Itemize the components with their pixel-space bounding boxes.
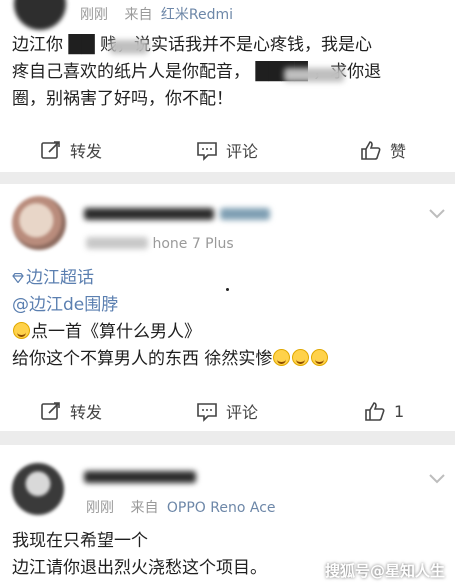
like-button[interactable]: 赞 [360, 135, 406, 165]
grin-emoji-icon [273, 349, 291, 366]
watermark: 搜狐号@星知人生 [324, 562, 445, 580]
post-from: 来自 [130, 500, 159, 516]
avatar[interactable] [12, 196, 66, 250]
post-time: 刚刚 [86, 500, 114, 516]
thumbs-up-icon [364, 400, 386, 422]
action-bar: 转发 评论 1 [0, 396, 455, 426]
device-name: hone 7 Plus [152, 236, 234, 252]
comment-button[interactable]: 评论 [196, 135, 258, 165]
weibo-post-1: 刚刚 来自 红米Redmi 边江你 ██ 贱，说实话我并不是心疼钱，我是心 疼自… [0, 0, 455, 172]
comment-label: 评论 [226, 403, 259, 422]
username-blur [84, 208, 214, 220]
thumbs-up-icon [360, 139, 382, 161]
like-label: 赞 [390, 142, 407, 161]
post-meta: 刚刚 来自 红米Redmi [80, 4, 233, 24]
post-text: 边江超话 @边江de围脖 点一首《算什么男人》 给你这个不算男人的东西 徐然实惨 [12, 265, 444, 373]
post-text-line: 我现在只希望一个 [12, 531, 148, 551]
post-meta: hone 7 Plus [86, 236, 234, 252]
action-bar: 转发 评论 赞 [0, 135, 455, 165]
device-link[interactable]: OPPO Reno Ace [167, 500, 276, 516]
chevron-down-icon[interactable] [428, 208, 446, 220]
post-text: 边江你 ██ 贱，说实话我并不是心疼钱，我是心 疼自己喜欢的纸片人是你配音， █… [12, 32, 444, 113]
post-text-line: 点一首《算什么男人》 [12, 319, 444, 346]
post-meta: 刚刚 来自 OPPO Reno Ace [86, 497, 276, 517]
repost-label: 转发 [70, 403, 103, 422]
comment-button[interactable]: 评论 [196, 396, 258, 426]
grin-emoji-icon [292, 349, 310, 366]
post-source: 来自 红米Redmi [124, 7, 234, 23]
post-time: 刚刚 [80, 7, 108, 23]
repost-button[interactable]: 转发 [40, 396, 102, 426]
censor-blur [284, 68, 344, 82]
like-button[interactable]: 1 [364, 396, 404, 426]
post-text-line: 疼自己喜欢的纸片人是你配音， ████ ，求你退 [12, 62, 382, 82]
grin-emoji-icon [13, 322, 30, 339]
like-count: 1 [394, 401, 405, 421]
diamond-icon [12, 265, 24, 284]
mention-link[interactable]: @边江de围脖 [12, 292, 444, 319]
repost-icon [40, 139, 62, 161]
grin-emoji-icon [311, 349, 329, 366]
post-text-line: 圈，别祸害了好吗，你不配！ [12, 89, 233, 109]
comment-label: 评论 [226, 142, 259, 161]
chevron-down-icon[interactable] [428, 473, 446, 485]
comment-icon [196, 400, 218, 422]
username-blur [84, 471, 196, 483]
repost-icon [40, 400, 62, 422]
comment-icon [196, 139, 218, 161]
post-text-line: 边江你 ██ 贱，说实话我并不是心疼钱，我是心 [12, 35, 372, 55]
censor-blur [110, 40, 148, 54]
repost-button[interactable]: 转发 [40, 135, 102, 165]
username-blur [220, 208, 270, 220]
supertopic-link[interactable]: 边江超话 [12, 265, 444, 292]
post-text-line: 给你这个不算男人的东西 徐然实惨 [12, 346, 444, 373]
weibo-post-2: hone 7 Plus 边江超话 @边江de围脖 点一首《算什么男人》 给你这个… [0, 184, 455, 431]
avatar[interactable] [12, 463, 64, 515]
device-link[interactable]: 红米Redmi [161, 7, 233, 23]
repost-label: 转发 [70, 142, 103, 161]
avatar[interactable] [14, 0, 66, 30]
